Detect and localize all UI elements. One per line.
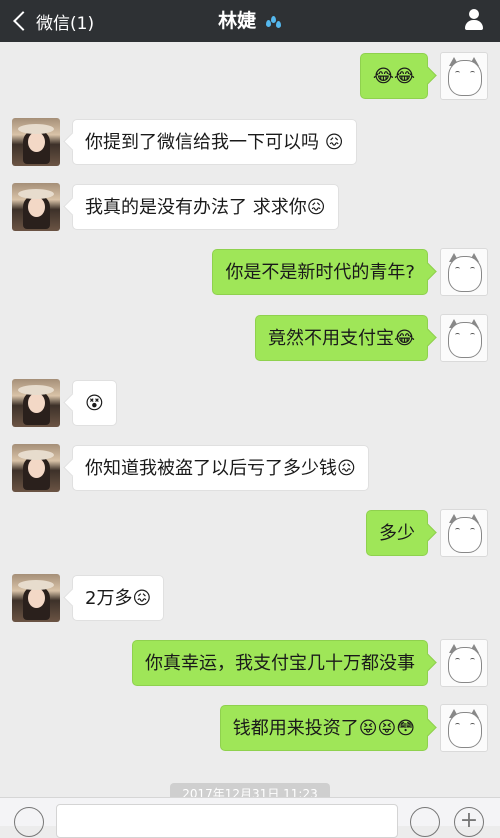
message-row: 你是不是新时代的青年? <box>0 248 500 298</box>
voice-icon[interactable] <box>14 807 44 837</box>
message-row: 😂😂 <box>0 52 500 102</box>
contact-avatar[interactable] <box>12 379 60 427</box>
chat-area[interactable]: 😂😂 你提到了微信给我一下可以吗 😖 我真的是没有办法了 求求你😖 你是不是新时… <box>0 42 500 797</box>
my-avatar[interactable] <box>440 509 488 557</box>
plus-icon[interactable]: + <box>454 807 484 837</box>
message-row: 多少 <box>0 509 500 559</box>
contact-avatar[interactable] <box>12 183 60 231</box>
water-drops-icon <box>265 16 282 28</box>
message-input[interactable] <box>56 804 398 838</box>
message-bubble-sent[interactable]: 多少 <box>366 510 428 556</box>
my-avatar[interactable] <box>440 314 488 362</box>
message-row: 你知道我被盗了以后亏了多少钱😖 <box>0 444 500 494</box>
message-row: 你真幸运，我支付宝几十万都没事 <box>0 639 500 689</box>
message-row: 你提到了微信给我一下可以吗 😖 <box>0 118 500 168</box>
message-bubble-received[interactable]: 你知道我被盗了以后亏了多少钱😖 <box>72 445 369 491</box>
contact-avatar[interactable] <box>12 444 60 492</box>
message-bubble-received[interactable]: 2万多😖 <box>72 575 165 621</box>
message-bubble-sent[interactable]: 竟然不用支付宝😂 <box>254 315 428 361</box>
contact-avatar[interactable] <box>12 574 60 622</box>
message-bubble-received[interactable]: 你提到了微信给我一下可以吗 😖 <box>72 119 357 165</box>
emoji-icon[interactable] <box>410 807 440 837</box>
message-bubble-received[interactable]: 我真的是没有办法了 求求你😖 <box>72 184 339 230</box>
message-row: 钱都用来投资了😝😝😳 <box>0 704 500 754</box>
my-avatar[interactable] <box>440 248 488 296</box>
contact-name: 林婕 <box>218 10 257 32</box>
my-avatar[interactable] <box>440 704 488 752</box>
message-row: 我真的是没有办法了 求求你😖 <box>0 183 500 233</box>
message-row: 竟然不用支付宝😂 <box>0 314 500 364</box>
chat-title: 林婕 <box>0 0 500 42</box>
contact-avatar[interactable] <box>12 118 60 166</box>
my-avatar[interactable] <box>440 639 488 687</box>
message-bubble-sent[interactable]: 😂😂 <box>359 53 428 99</box>
message-bubble-sent[interactable]: 你是不是新时代的青年? <box>212 249 428 295</box>
input-bar: + <box>0 797 500 838</box>
message-row: 2万多😖 <box>0 574 500 624</box>
message-row: 😵 <box>0 379 500 429</box>
message-bubble-received[interactable]: 😵 <box>72 380 117 426</box>
message-bubble-sent[interactable]: 你真幸运，我支付宝几十万都没事 <box>132 640 428 686</box>
user-icon[interactable] <box>462 8 486 32</box>
my-avatar[interactable] <box>440 52 488 100</box>
message-bubble-sent[interactable]: 钱都用来投资了😝😝😳 <box>219 705 428 751</box>
top-bar: 微信(1) 林婕 <box>0 0 500 42</box>
